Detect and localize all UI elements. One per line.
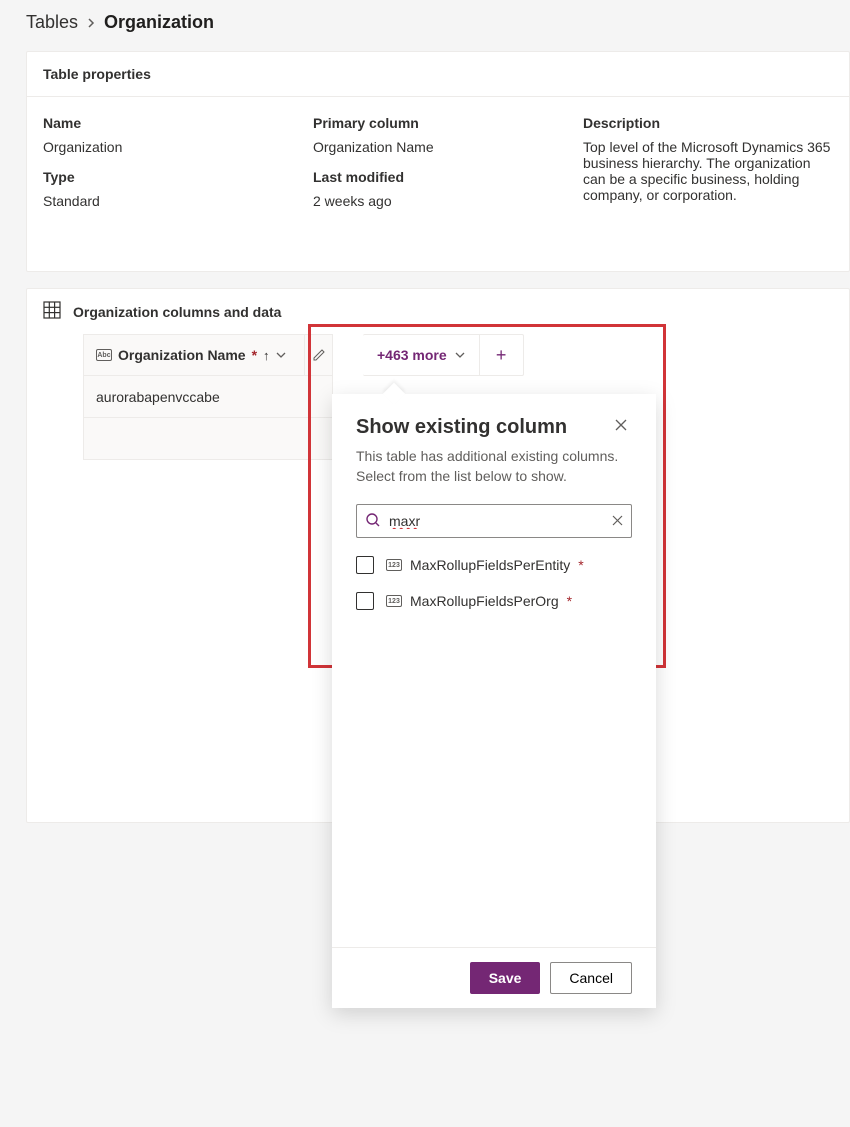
column-option-row[interactable]: 123 MaxRollupFieldsPerEntity * [356, 556, 632, 574]
chevron-down-icon [455, 352, 465, 358]
clear-search-button[interactable] [612, 514, 623, 529]
column-option-label: MaxRollupFieldsPerOrg [410, 593, 559, 609]
panel-title: Show existing column [356, 416, 567, 439]
required-asterisk: * [578, 557, 583, 573]
close-icon [612, 515, 623, 526]
close-icon [614, 418, 628, 432]
more-columns-cell: +463 more + [363, 334, 524, 376]
save-button[interactable]: Save [470, 962, 541, 994]
breadcrumb: Tables Organization [0, 0, 850, 47]
checkbox[interactable] [356, 556, 374, 574]
show-column-panel: Show existing column This table has addi… [332, 394, 656, 1008]
chevron-right-icon [86, 15, 96, 31]
edit-column-button[interactable] [305, 334, 333, 376]
desc-value: Top level of the Microsoft Dynamics 365 … [583, 139, 833, 203]
search-input[interactable] [389, 513, 604, 529]
breadcrumb-parent-link[interactable]: Tables [26, 12, 78, 33]
column-option-label: MaxRollupFieldsPerEntity [410, 557, 570, 573]
columns-section-label: Organization columns and data [73, 304, 281, 320]
primary-label: Primary column [313, 115, 583, 131]
number-type-icon: 123 [386, 559, 402, 571]
table-properties-card: Table properties Name Organization Type … [26, 51, 850, 272]
card-header: Table properties [27, 52, 849, 97]
table-icon [43, 301, 61, 322]
more-columns-button[interactable]: +463 more [363, 335, 479, 375]
column-header-name-label: Organization Name [118, 347, 246, 363]
search-icon [365, 512, 381, 531]
sort-asc-icon: ↑ [263, 348, 270, 363]
add-column-button[interactable]: + [479, 335, 523, 375]
search-field-wrap [356, 504, 632, 538]
plus-icon: + [496, 345, 507, 366]
panel-footer: Save Cancel [332, 947, 656, 1008]
empty-row[interactable] [83, 418, 333, 460]
type-label: Type [43, 169, 313, 185]
data-cell-org-name-row0[interactable]: aurorabapenvccabe [83, 376, 333, 418]
more-columns-label: +463 more [377, 347, 447, 363]
checkbox[interactable] [356, 592, 374, 610]
name-label: Name [43, 115, 313, 131]
name-value: Organization [43, 139, 313, 155]
modified-value: 2 weeks ago [313, 193, 583, 209]
required-asterisk: * [252, 347, 257, 363]
panel-description: This table has additional existing colum… [356, 447, 632, 486]
required-asterisk: * [567, 593, 572, 609]
column-header-name[interactable]: Abc Organization Name * ↑ [83, 334, 305, 376]
primary-value: Organization Name [313, 139, 583, 155]
text-type-icon: Abc [96, 349, 112, 361]
column-option-row[interactable]: 123 MaxRollupFieldsPerOrg * [356, 592, 632, 610]
cancel-button[interactable]: Cancel [550, 962, 632, 994]
breadcrumb-current: Organization [104, 12, 214, 33]
close-panel-button[interactable] [610, 416, 632, 439]
desc-label: Description [583, 115, 833, 131]
type-value: Standard [43, 193, 313, 209]
number-type-icon: 123 [386, 595, 402, 607]
modified-label: Last modified [313, 169, 583, 185]
chevron-down-icon [276, 350, 286, 361]
